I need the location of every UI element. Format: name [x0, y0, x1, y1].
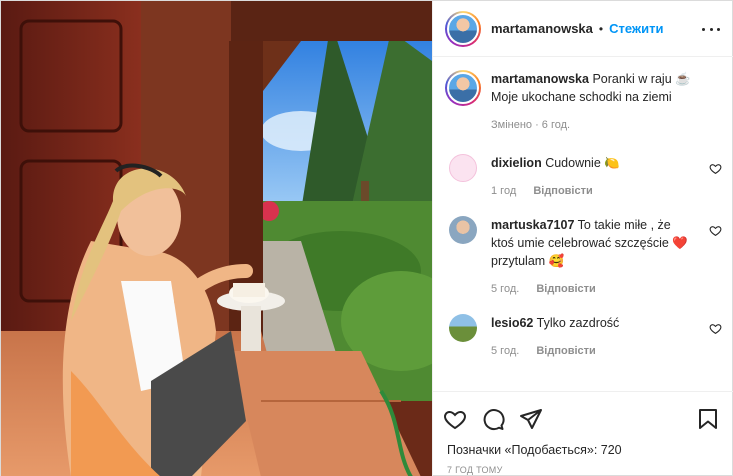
caption-text: Poranki w raju ☕	[592, 72, 691, 86]
post-side-panel: martamanowska • Стежити martamanowska Po…	[432, 1, 733, 476]
comment-bubble-icon[interactable]	[481, 407, 505, 431]
more-options-icon[interactable]	[702, 20, 720, 38]
caption-text-line2: Moje ukochane schodki na ziemi	[491, 90, 672, 104]
header-separator: •	[598, 21, 604, 36]
comment-item: martuska7107 To takie miłe , że ktoś umi…	[433, 216, 733, 298]
post-timestamp: 7 ГОД ТОМУ	[447, 465, 503, 475]
comment-text: Cudownie 🍋	[545, 156, 620, 170]
comments-list[interactable]: martamanowska Poranki w raju ☕ Moje ukoc…	[433, 58, 733, 390]
comment-time: 5 год.	[491, 345, 520, 357]
author-username[interactable]: martamanowska	[491, 21, 593, 36]
reply-button[interactable]: Відповісти	[536, 283, 595, 295]
share-send-icon[interactable]	[519, 407, 543, 431]
comment-username[interactable]: dixielion	[491, 156, 542, 170]
follow-button[interactable]: Стежити	[609, 21, 663, 36]
caption-username[interactable]: martamanowska	[491, 72, 589, 86]
post-photo[interactable]	[1, 1, 432, 476]
post-actions-bar	[433, 391, 733, 445]
comment-username[interactable]: lesio62	[491, 316, 533, 330]
caption-edited: Змінено · 6 год.	[491, 119, 571, 131]
like-comment-heart-icon[interactable]	[709, 322, 722, 335]
post-photo-scene	[1, 1, 432, 476]
comment-text: Tylko zazdrość	[536, 316, 620, 330]
reply-button[interactable]: Відповісти	[536, 345, 595, 357]
reply-button[interactable]: Відповісти	[533, 185, 592, 197]
comment-avatar[interactable]	[449, 216, 477, 244]
like-heart-icon[interactable]	[443, 407, 467, 431]
author-avatar[interactable]	[445, 10, 481, 47]
comment-time: 5 год.	[491, 283, 520, 295]
like-comment-heart-icon[interactable]	[709, 162, 722, 175]
comment-time: 1 год	[491, 185, 517, 197]
post-modal: martamanowska • Стежити martamanowska Po…	[0, 0, 733, 476]
like-comment-heart-icon[interactable]	[709, 224, 722, 237]
comment-avatar[interactable]	[449, 154, 477, 182]
bookmark-save-icon[interactable]	[696, 407, 720, 431]
comment-username[interactable]: martuska7107	[491, 218, 574, 232]
caption-avatar[interactable]	[445, 70, 481, 106]
comment-item: dixielion Cudownie 🍋 1 год Відповісти	[433, 154, 733, 200]
caption: martamanowska Poranki w raju ☕ Moje ukoc…	[433, 70, 733, 134]
comment-item: lesio62 Tylko zazdrość 5 год. Відповісти	[433, 314, 733, 360]
post-header: martamanowska • Стежити	[433, 1, 733, 57]
likes-count[interactable]: Позначки «Подобається»: 720	[447, 443, 622, 457]
comment-avatar[interactable]	[449, 314, 477, 342]
